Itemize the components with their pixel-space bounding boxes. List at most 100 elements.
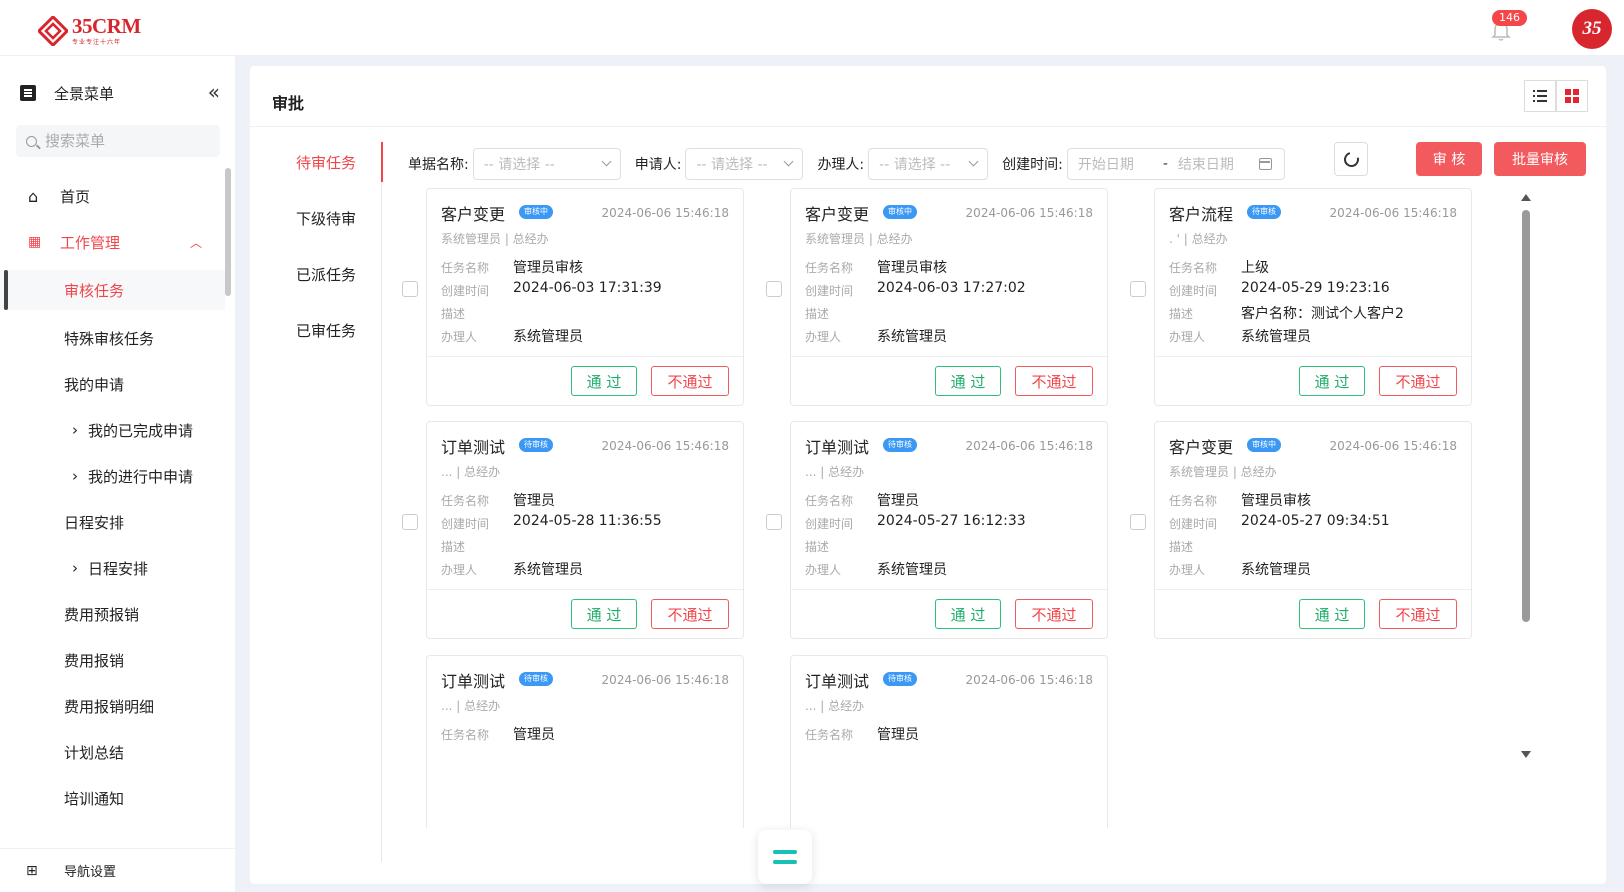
approve-button[interactable]: 通 过 xyxy=(935,599,1001,629)
task-card[interactable]: 客户变更 审核中 2024-06-06 15:46:18 系统管理员 | 总经办 任务名… xyxy=(426,188,744,406)
nav-settings[interactable]: ⊞ 导航设置 xyxy=(0,848,235,892)
grid-view-button[interactable] xyxy=(1556,80,1588,112)
created-time-label: 创建时间 xyxy=(1169,284,1218,298)
approve-button[interactable]: 通 过 xyxy=(571,366,637,396)
cards-scrollbar[interactable] xyxy=(1520,194,1532,759)
task-name-label: 任务名称 xyxy=(805,494,854,508)
calendar-icon xyxy=(1258,158,1272,170)
menu-header: 全景菜单 « xyxy=(20,80,220,106)
reject-button[interactable]: 不通过 xyxy=(1379,599,1457,629)
card-date: 2024-06-06 15:46:18 xyxy=(601,673,729,687)
menu-search-input[interactable] xyxy=(45,132,205,150)
logo-subtitle: 专业专注十六年 xyxy=(72,39,122,46)
sidebar-item-schedule-sub[interactable]: › 日程安排 xyxy=(0,550,225,586)
card-date: 2024-06-06 15:46:18 xyxy=(1329,206,1457,220)
scroll-down-icon[interactable] xyxy=(1521,751,1531,758)
card-title: 客户流程 xyxy=(1169,205,1234,224)
applicant-select[interactable]: -- 请选择 -- xyxy=(685,148,804,180)
sidebar-item-expense-pre[interactable]: 费用预报销 xyxy=(0,596,225,632)
approve-button[interactable]: 通 过 xyxy=(935,366,1001,396)
sidebar-item-work-management[interactable]: ▦ 工作管理 ︿ xyxy=(0,224,225,260)
card-applicant-dept: 系统管理员 | 总经办 xyxy=(1169,465,1277,479)
approve-button[interactable]: 通 过 xyxy=(571,599,637,629)
handler-value: 系统管理员 xyxy=(513,329,583,345)
task-card[interactable]: 订单测试 待审核 2024-06-06 15:46:18 ... | 总经办 任务名称 管… xyxy=(426,655,744,828)
sidebar-item-ongoing-applications[interactable]: › 我的进行中申请 xyxy=(0,458,225,494)
sidebar-scrollbar[interactable] xyxy=(225,168,231,296)
sidebar-item-home[interactable]: ⌂ 首页 xyxy=(0,178,225,214)
sidebar-item-plan-summary[interactable]: 计划总结 xyxy=(0,734,225,770)
task-name-value: 上级 xyxy=(1241,260,1269,276)
sidebar-item-audit-tasks[interactable]: 审核任务 xyxy=(0,270,225,310)
sidebar-item-expense-detail[interactable]: 费用报销明细 xyxy=(0,688,225,724)
doc-name-label: 单据名称: xyxy=(408,157,469,173)
handler-label: 办理人 xyxy=(441,563,478,577)
start-date-placeholder: 开始日期 xyxy=(1077,157,1134,173)
card-checkbox[interactable] xyxy=(402,514,418,530)
card-title: 订单测试 xyxy=(441,672,506,691)
sidebar-item-completed-applications[interactable]: › 我的已完成申请 xyxy=(0,412,225,448)
card-title: 订单测试 xyxy=(805,672,870,691)
task-card[interactable]: 客户变更 审核中 2024-06-06 15:46:18 系统管理员 | 总经办 任务名… xyxy=(790,188,1108,406)
sidebar-item-my-applications[interactable]: 我的申请 xyxy=(0,366,225,402)
refresh-button[interactable] xyxy=(1334,142,1368,176)
audit-button[interactable]: 审 核 xyxy=(1416,142,1482,176)
task-card[interactable]: 订单测试 待审核 2024-06-06 15:46:18 ... | 总经办 任务名称 管… xyxy=(790,421,1108,639)
collapse-sidebar-icon[interactable]: « xyxy=(208,80,220,104)
approve-button[interactable]: 通 过 xyxy=(1299,366,1365,396)
tab-dispatched[interactable]: 已派任务 xyxy=(250,254,382,294)
handler-value: 系统管理员 xyxy=(877,562,947,578)
sidebar-item-training[interactable]: 培训通知 xyxy=(0,780,225,816)
logo[interactable]: 35CRM 专业专注十六年 xyxy=(38,16,141,46)
reject-button[interactable]: 不通过 xyxy=(651,366,729,396)
task-card[interactable]: 客户变更 审核中 2024-06-06 15:46:18 系统管理员 | 总经办 任务名… xyxy=(1154,421,1472,639)
reject-button[interactable]: 不通过 xyxy=(1015,366,1093,396)
floating-menu-button[interactable] xyxy=(758,830,812,884)
card-checkbox[interactable] xyxy=(402,281,418,297)
card-checkbox[interactable] xyxy=(1130,514,1146,530)
sidebar-item-schedule[interactable]: 日程安排 xyxy=(0,504,225,540)
card-checkbox[interactable] xyxy=(766,281,782,297)
scroll-thumb[interactable] xyxy=(1522,210,1530,622)
status-badge: 审核中 xyxy=(519,205,553,219)
applicant-placeholder: -- 请选择 -- xyxy=(696,157,768,173)
sidebar-item-label: 首页 xyxy=(60,187,91,206)
reject-button[interactable]: 不通过 xyxy=(1379,366,1457,396)
approve-button[interactable]: 通 过 xyxy=(1299,599,1365,629)
tab-subordinate-pending[interactable]: 下级待审 xyxy=(250,198,382,238)
menu-icon xyxy=(773,850,797,864)
task-name-value: 管理员 xyxy=(513,493,555,509)
sidebar-item-special-audit[interactable]: 特殊审核任务 xyxy=(0,320,225,356)
sidebar-item-label: 我的申请 xyxy=(64,375,125,394)
created-time-label: 创建时间 xyxy=(1169,517,1218,531)
created-time-value: 2024-05-28 11:36:55 xyxy=(513,513,662,529)
handler-select[interactable]: -- 请选择 -- xyxy=(868,148,989,180)
scroll-up-icon[interactable] xyxy=(1521,194,1531,201)
avatar[interactable]: 35 xyxy=(1572,9,1612,49)
card-applicant-dept: . ' | 总经办 xyxy=(1169,232,1228,246)
sidebar-item-label: 我的进行中申请 xyxy=(88,467,194,486)
list-view-button[interactable] xyxy=(1524,80,1556,112)
menu-search xyxy=(16,125,220,157)
card-checkbox[interactable] xyxy=(766,514,782,530)
tab-pending[interactable]: 待审任务 xyxy=(250,142,383,182)
card-applicant-dept: ... | 总经办 xyxy=(441,465,501,479)
applicant-label: 申请人: xyxy=(634,157,682,173)
card-checkbox[interactable] xyxy=(1130,281,1146,297)
reject-button[interactable]: 不通过 xyxy=(1015,599,1093,629)
sidebar-item-expense[interactable]: 费用报销 xyxy=(0,642,225,678)
reject-button[interactable]: 不通过 xyxy=(651,599,729,629)
task-card[interactable]: 客户流程 待审核 2024-06-06 15:46:18 . ' | 总经办 任务名称 上… xyxy=(1154,188,1472,406)
chevron-up-icon: ︿ xyxy=(190,235,203,250)
top-bar: 35CRM 专业专注十六年 146 35 xyxy=(0,0,1624,56)
doc-name-select[interactable]: -- 请选择 -- xyxy=(472,148,621,180)
created-date-range[interactable]: 开始日期 - 结束日期 xyxy=(1066,148,1285,180)
tab-reviewed[interactable]: 已审任务 xyxy=(250,310,382,350)
batch-audit-button[interactable]: 批量审核 xyxy=(1494,142,1586,176)
handler-label: 办理人 xyxy=(805,563,842,577)
task-card[interactable]: 订单测试 待审核 2024-06-06 15:46:18 ... | 总经办 任务名称 管… xyxy=(426,421,744,639)
task-card[interactable]: 订单测试 待审核 2024-06-06 15:46:18 ... | 总经办 任务名称 管… xyxy=(790,655,1108,828)
sidebar-item-label: 特殊审核任务 xyxy=(64,329,155,348)
card-footer-divider xyxy=(791,589,1107,590)
card-applicant-dept: 系统管理员 | 总经办 xyxy=(441,232,549,246)
